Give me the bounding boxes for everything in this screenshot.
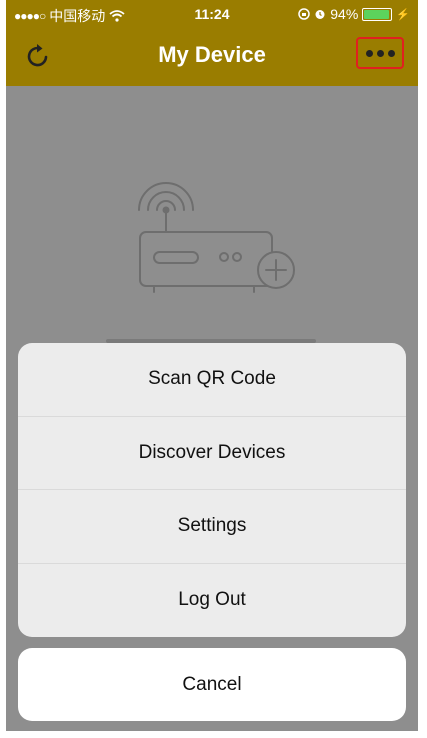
battery-icon bbox=[362, 7, 393, 21]
discover-devices-option[interactable]: Discover Devices bbox=[18, 417, 406, 490]
settings-option[interactable]: Settings bbox=[18, 490, 406, 564]
status-right: 94% ⚡ bbox=[298, 6, 410, 22]
charging-icon: ⚡ bbox=[396, 8, 410, 21]
log-out-option[interactable]: Log Out bbox=[18, 564, 406, 638]
alarm-icon bbox=[315, 10, 325, 19]
app-screen: ●●●●○ 中国移动 11:24 94% ⚡ My Device Scan QR… bbox=[6, 0, 418, 731]
add-device-illustration-icon bbox=[138, 182, 295, 293]
action-sheet: Scan QR Code Discover Devices Settings L… bbox=[18, 343, 406, 637]
scan-qr-code-option[interactable]: Scan QR Code bbox=[18, 343, 406, 417]
battery-percent: 94% bbox=[330, 6, 359, 22]
status-bar: ●●●●○ 中国移动 11:24 94% ⚡ bbox=[6, 0, 418, 30]
rotation-lock-icon bbox=[298, 8, 311, 20]
battery-level bbox=[364, 9, 389, 19]
nav-bar: My Device bbox=[6, 30, 418, 86]
more-icon-dot bbox=[387, 49, 395, 57]
more-icon-dot bbox=[376, 49, 384, 57]
cancel-button[interactable]: Cancel bbox=[18, 648, 406, 721]
more-options-button[interactable] bbox=[356, 37, 404, 69]
more-icon-dot bbox=[365, 49, 373, 57]
